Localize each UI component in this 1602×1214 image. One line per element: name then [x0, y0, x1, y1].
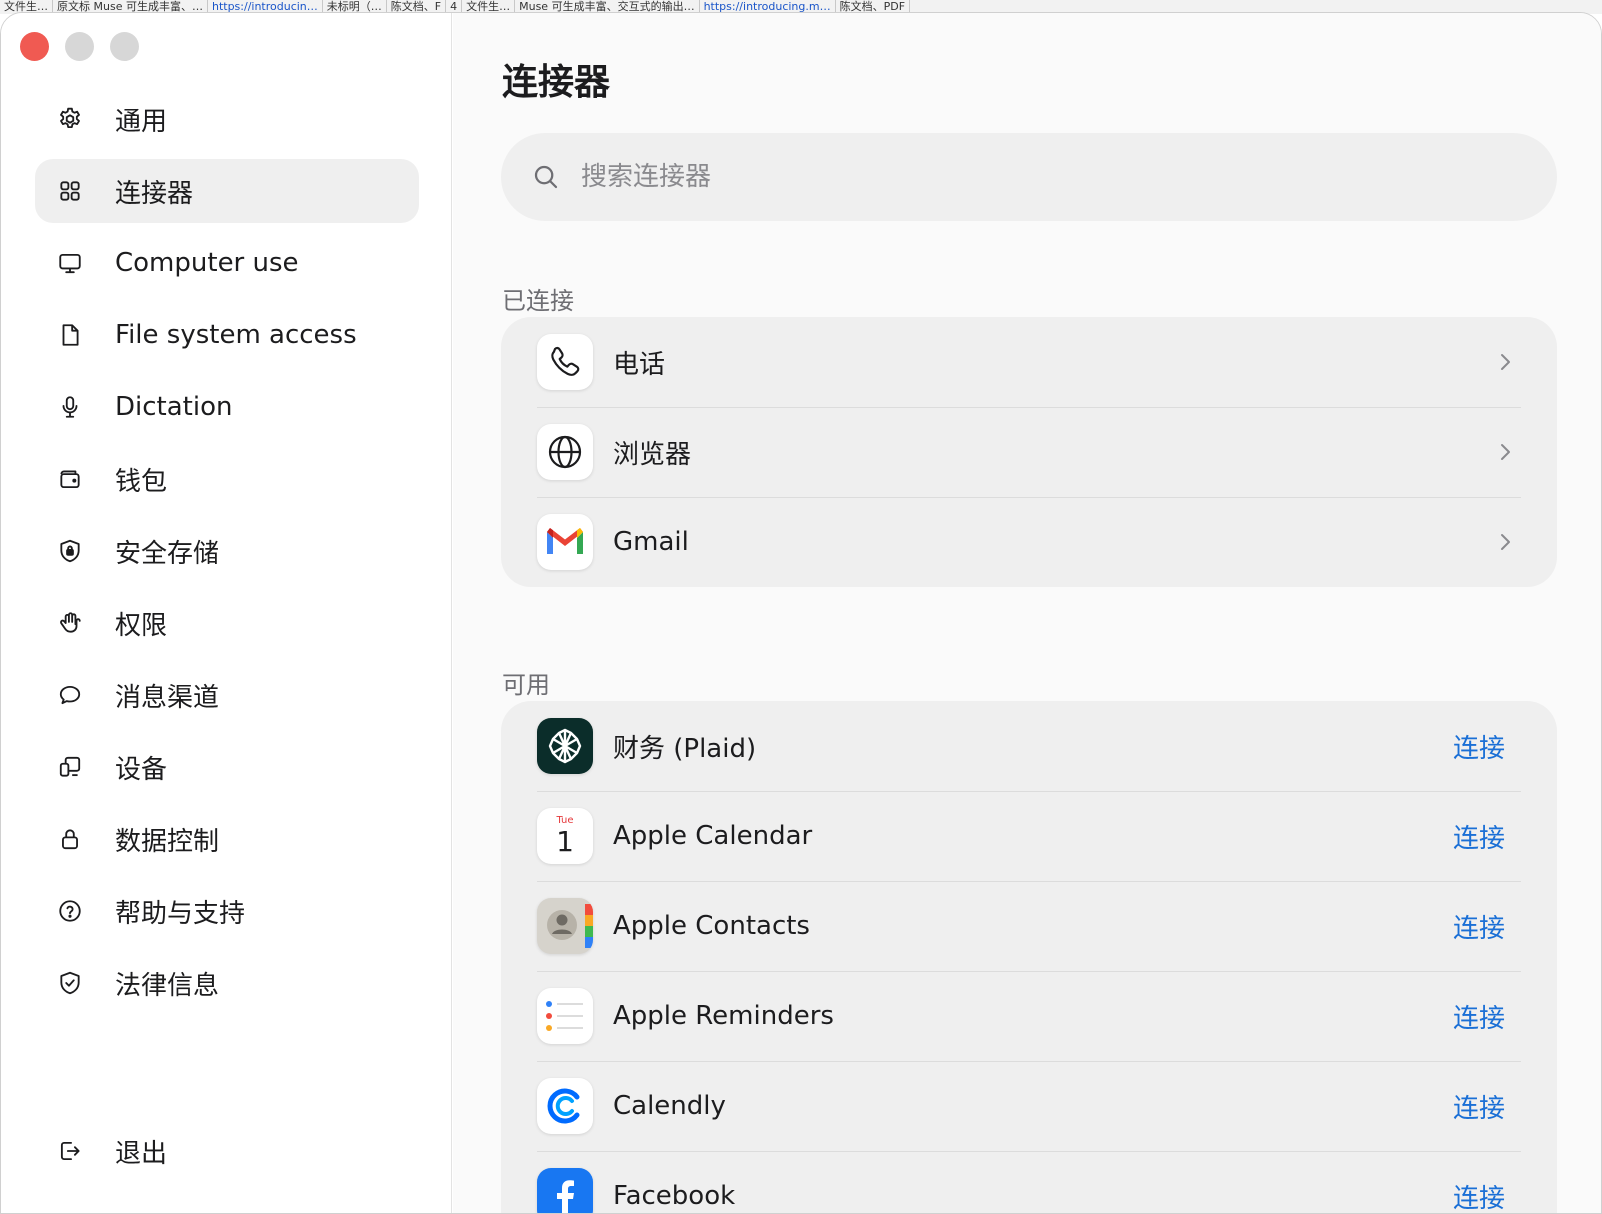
gear-icon [57, 106, 83, 132]
sidebar-item-data-controls[interactable]: 数据控制 [35, 807, 419, 871]
sidebar: 通用 连接器 Computer use File system access D… [1, 13, 452, 1213]
gmail-icon [537, 514, 593, 570]
search-bar[interactable] [501, 133, 1557, 221]
sidebar-item-label: 设备 [115, 754, 168, 785]
help-circle-icon [57, 898, 83, 924]
connected-list: 电话 浏览器 Gmail [501, 317, 1557, 587]
settings-nav: 通用 连接器 Computer use File system access D… [35, 87, 419, 1023]
sidebar-item-label: File system access [115, 320, 357, 350]
sidebar-item-label: 数据控制 [115, 826, 220, 857]
phone-icon [537, 334, 593, 390]
hand-icon [57, 610, 83, 636]
shield-lock-icon [57, 538, 83, 564]
window-controls [20, 32, 139, 61]
calendar-icon: Tue 1 [537, 808, 593, 864]
sidebar-item-label: 钱包 [115, 466, 168, 497]
connector-name: 财务 (Plaid) [613, 733, 757, 764]
zoom-window-button[interactable] [110, 32, 139, 61]
chevron-right-icon [1501, 444, 1510, 460]
connector-row-apple-reminders[interactable]: Apple Reminders 连接 [501, 971, 1557, 1061]
facebook-icon [537, 1168, 593, 1213]
sidebar-item-label: 安全存储 [115, 538, 220, 569]
grid-icon [57, 178, 83, 204]
connect-button[interactable]: 连接 [1453, 1088, 1505, 1125]
connector-row-calendly[interactable]: Calendly 连接 [501, 1061, 1557, 1151]
sidebar-item-label: 权限 [115, 610, 168, 641]
sidebar-item-label: Dictation [115, 392, 233, 422]
connector-name: Apple Reminders [613, 1001, 834, 1031]
sidebar-item-wallet[interactable]: 钱包 [35, 447, 419, 511]
connect-button[interactable]: 连接 [1453, 998, 1505, 1035]
sidebar-item-label: 通用 [115, 106, 168, 137]
connector-name: Apple Calendar [613, 821, 813, 851]
sidebar-item-label: Computer use [115, 248, 299, 278]
sidebar-item-dictation[interactable]: Dictation [35, 375, 419, 439]
sidebar-item-file-system-access[interactable]: File system access [35, 303, 419, 367]
connector-row-phone[interactable]: 电话 [501, 317, 1557, 407]
sidebar-item-secure-storage[interactable]: 安全存储 [35, 519, 419, 583]
chevron-right-icon [1501, 354, 1510, 370]
wallet-icon [57, 466, 83, 492]
connector-name: 电话 [613, 349, 666, 380]
sidebar-item-general[interactable]: 通用 [35, 87, 419, 151]
available-list: 财务 (Plaid) 连接 Tue 1 Apple Calendar 连接 Ap… [501, 701, 1557, 1214]
devices-icon [57, 754, 83, 780]
contacts-icon [537, 898, 593, 954]
logout-icon [57, 1138, 83, 1164]
monitor-icon [57, 250, 83, 276]
connector-row-plaid[interactable]: 财务 (Plaid) 连接 [501, 701, 1557, 791]
sidebar-item-permissions[interactable]: 权限 [35, 591, 419, 655]
connector-name: Facebook [613, 1181, 736, 1211]
calendar-icon-date: 1 [556, 825, 574, 858]
sidebar-item-label: 帮助与支持 [115, 898, 246, 929]
chat-bubble-icon [57, 682, 83, 708]
calendly-icon [537, 1078, 593, 1134]
page-title: 连接器 [502, 62, 611, 103]
sidebar-item-label: 法律信息 [115, 970, 220, 1001]
sidebar-item-label: 连接器 [115, 178, 194, 209]
connector-row-apple-contacts[interactable]: Apple Contacts 连接 [501, 881, 1557, 971]
connect-button[interactable]: 连接 [1453, 728, 1505, 765]
connector-name: Gmail [613, 527, 689, 557]
connector-name: Calendly [613, 1091, 726, 1121]
logout-section: 退出 [35, 1119, 419, 1191]
connect-button[interactable]: 连接 [1453, 1178, 1505, 1214]
connect-button[interactable]: 连接 [1453, 908, 1505, 945]
chevron-right-icon [1501, 534, 1510, 550]
reminders-icon [537, 988, 593, 1044]
close-window-button[interactable] [20, 32, 49, 61]
logout-button[interactable]: 退出 [35, 1119, 419, 1183]
sidebar-item-help-support[interactable]: 帮助与支持 [35, 879, 419, 943]
connected-section-label: 已连接 [502, 287, 574, 315]
microphone-icon [57, 394, 83, 420]
connector-row-apple-calendar[interactable]: Tue 1 Apple Calendar 连接 [501, 791, 1557, 881]
sidebar-item-legal[interactable]: 法律信息 [35, 951, 419, 1015]
settings-window: 通用 连接器 Computer use File system access D… [0, 12, 1602, 1214]
connector-name: 浏览器 [613, 439, 692, 470]
sidebar-item-message-channels[interactable]: 消息渠道 [35, 663, 419, 727]
search-input[interactable] [581, 162, 1481, 192]
logout-label: 退出 [115, 1138, 168, 1169]
connector-row-browser[interactable]: 浏览器 [501, 407, 1557, 497]
globe-icon [537, 424, 593, 480]
connector-name: Apple Contacts [613, 911, 810, 941]
connector-row-facebook[interactable]: Facebook 连接 [501, 1151, 1557, 1214]
sidebar-item-connectors[interactable]: 连接器 [35, 159, 419, 223]
connect-button[interactable]: 连接 [1453, 818, 1505, 855]
available-section-label: 可用 [502, 671, 550, 699]
sidebar-item-devices[interactable]: 设备 [35, 735, 419, 799]
plaid-icon [537, 718, 593, 774]
sidebar-item-computer-use[interactable]: Computer use [35, 231, 419, 295]
connectors-panel: 连接器 已连接 电话 浏览器 [453, 13, 1601, 1213]
shield-check-icon [57, 970, 83, 996]
sidebar-item-label: 消息渠道 [115, 682, 220, 713]
minimize-window-button[interactable] [65, 32, 94, 61]
file-icon [57, 322, 83, 348]
connector-row-gmail[interactable]: Gmail [501, 497, 1557, 587]
search-icon [534, 165, 558, 189]
lock-icon [57, 826, 83, 852]
